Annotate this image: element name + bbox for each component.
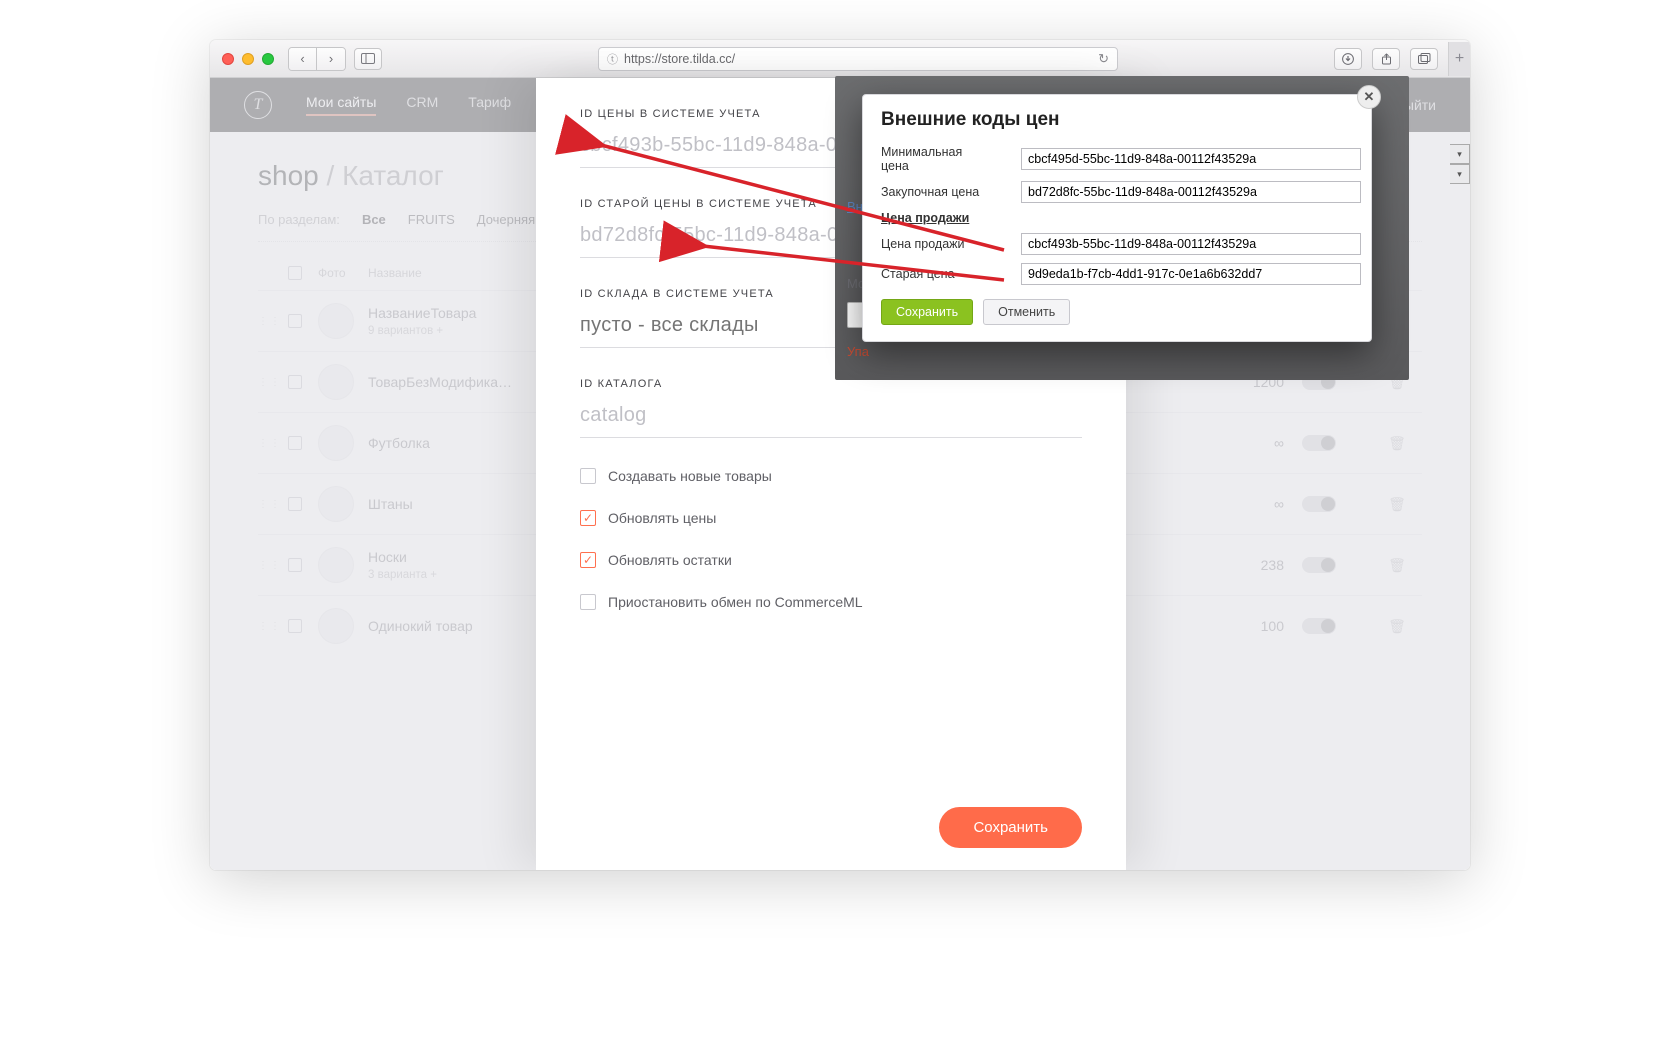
downloads-button[interactable] (1334, 48, 1362, 70)
label-min-price: Минимальная цена (863, 141, 1003, 177)
window-controls (222, 53, 274, 65)
panel-save-button[interactable]: Сохранить (939, 807, 1082, 848)
peek-text-upa: Упа (847, 344, 869, 359)
dropdown-notch[interactable]: ▾ (1450, 144, 1470, 164)
label-sale-price-header: Цена продажи (863, 207, 1371, 229)
nav-back-button[interactable]: ‹ (289, 48, 317, 70)
label-buy-price: Закупочная цена (863, 177, 1003, 207)
checkbox-update-stock[interactable]: ✓ (580, 552, 596, 568)
tabs-button[interactable] (1410, 48, 1438, 70)
address-text: https://store.tilda.cc/ (624, 52, 735, 66)
sidebar-toggle-button[interactable] (354, 48, 382, 70)
site-identity-icon: ⓣ (607, 51, 618, 67)
label-sale-price: Цена продажи (863, 229, 1003, 259)
input-buy-price-code[interactable] (1021, 181, 1361, 203)
nav-forward-button[interactable]: › (317, 48, 345, 70)
new-tab-button[interactable]: + (1448, 42, 1470, 76)
external-price-codes-popup: Внешние коды цен ✕ Минимальная цена Заку… (862, 94, 1372, 342)
input-catalog-id[interactable] (580, 400, 1082, 438)
popup-save-button[interactable]: Сохранить (881, 299, 973, 325)
share-button[interactable] (1372, 48, 1400, 70)
nav-back-forward: ‹ › (288, 47, 346, 71)
label-old-price: Старая цена (863, 259, 1003, 289)
browser-toolbar: ‹ › ⓣ https://store.tilda.cc/ ↻ + (210, 40, 1470, 78)
address-bar[interactable]: ⓣ https://store.tilda.cc/ ↻ (598, 47, 1118, 71)
input-sale-price-code[interactable] (1021, 233, 1361, 255)
input-old-price-code[interactable] (1021, 263, 1361, 285)
popup-cancel-button[interactable]: Отменить (983, 299, 1070, 325)
popup-title: Внешние коды цен (881, 109, 1060, 130)
dropdown-notch[interactable]: ▾ (1450, 164, 1470, 184)
popup-close-icon[interactable]: ✕ (1357, 85, 1381, 109)
maximize-window-button[interactable] (262, 53, 274, 65)
right-edge-dropdowns: ▾ ▾ (1450, 144, 1470, 184)
minimize-window-button[interactable] (242, 53, 254, 65)
checkbox-update-prices[interactable]: ✓ (580, 510, 596, 526)
reload-icon[interactable]: ↻ (1098, 51, 1109, 67)
input-min-price-code[interactable] (1021, 148, 1361, 170)
checkbox-pause-commerceml[interactable]: ✓ (580, 594, 596, 610)
close-window-button[interactable] (222, 53, 234, 65)
checkbox-create-products[interactable]: ✓ (580, 468, 596, 484)
